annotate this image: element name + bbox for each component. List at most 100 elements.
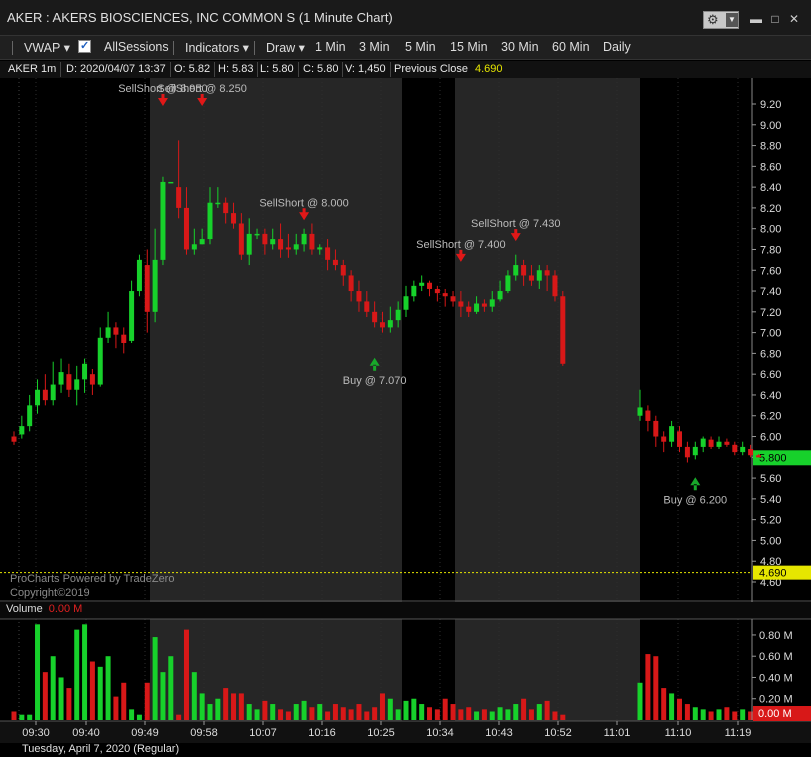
volume-bar <box>395 709 401 720</box>
volume-bar <box>450 704 456 720</box>
volume-bar <box>497 707 503 720</box>
time-tick-label: 11:19 <box>725 727 752 739</box>
interval-1min[interactable]: 1 Min <box>315 40 346 54</box>
price-volume-chart[interactable]: 9.20 9.00 8.80 8.60 8.40 8.20 8.00 7.80 7.60 7.40… <box>0 78 811 757</box>
vwap-dropdown[interactable]: VWAP ▾ <box>24 40 70 55</box>
volume-bar <box>474 711 480 720</box>
volume-bar <box>724 707 730 720</box>
candle-body <box>411 285 417 297</box>
volume-tick-label: 0.20 M <box>759 694 793 706</box>
allsessions-label[interactable]: AllSessions <box>104 40 169 54</box>
candle-body <box>653 420 659 437</box>
candle-body <box>379 322 385 328</box>
volume-bar <box>301 700 307 720</box>
volume-bar <box>521 698 527 720</box>
candle-body <box>301 233 307 245</box>
volume-bar <box>254 709 260 720</box>
candle-body <box>356 291 362 302</box>
volume-tick-label: 0.80 M <box>759 630 793 642</box>
candle-body <box>340 265 346 276</box>
candle-body <box>191 244 197 250</box>
candle-body <box>677 431 682 447</box>
volume-bar <box>50 656 56 720</box>
window-titlebar: AKER : AKERS BIOSCIENCES, INC COMMON S (… <box>0 0 811 36</box>
interval-15min[interactable]: 15 Min <box>450 40 488 54</box>
minimize-button[interactable]: ▬ <box>748 11 764 27</box>
interval-5min[interactable]: 5 Min <box>405 40 436 54</box>
restore-button[interactable]: □ <box>767 11 783 27</box>
date-readout: D: 2020/04/07 13:37 <box>62 62 171 77</box>
gear-icon[interactable]: ⚙ <box>707 13 721 27</box>
volume-bar <box>653 656 659 720</box>
volume-bar <box>183 629 189 720</box>
volume-bar <box>42 672 48 720</box>
volume-bar <box>325 711 331 720</box>
candle-body <box>82 363 88 380</box>
copyright-line: Copyright©2019 <box>10 587 90 599</box>
indicators-dropdown[interactable]: Indicators ▾ <box>185 40 249 55</box>
volume-bar <box>152 637 158 720</box>
volume-bar <box>207 704 213 720</box>
interval-3min[interactable]: 3 Min <box>359 40 390 54</box>
volume-bar <box>669 693 675 720</box>
credit-line: ProCharts Powered by TradeZero <box>10 573 175 585</box>
candle-body <box>42 389 48 401</box>
draw-dropdown[interactable]: Draw ▾ <box>266 40 305 55</box>
candle-body <box>136 259 142 292</box>
candle-body <box>199 239 205 245</box>
price-tick-label: 7.40 <box>760 286 781 298</box>
candle-body <box>403 296 409 310</box>
candle-body <box>262 233 268 245</box>
volume-bar <box>552 711 558 720</box>
candle-body <box>756 455 761 458</box>
price-tick-label: 6.20 <box>760 411 781 423</box>
close-button[interactable]: ✕ <box>786 11 802 27</box>
time-tick-label: 10:07 <box>249 727 277 739</box>
candle-body <box>637 407 643 416</box>
candle-body <box>536 270 542 281</box>
panel-separator <box>0 602 811 619</box>
volume-bar <box>645 654 651 720</box>
candle-body <box>66 374 72 390</box>
allsessions-checkbox[interactable] <box>78 39 91 53</box>
price-tick-label: 6.60 <box>760 369 781 381</box>
volume-bar <box>97 666 103 720</box>
settings-button[interactable]: ⚙ ▼ <box>703 11 739 29</box>
volume-bar <box>732 711 738 720</box>
candle-body <box>427 282 433 289</box>
prev-close-badge-label: 4.690 <box>759 568 787 580</box>
volume-tick-label: 0.60 M <box>759 651 793 663</box>
candle-body <box>223 202 229 214</box>
volume-bar <box>536 704 542 720</box>
volume-bar <box>231 693 237 720</box>
interval-daily[interactable]: Daily <box>603 40 631 54</box>
time-tick-label: 09:58 <box>190 727 218 739</box>
volume-tick-label: 0.40 M <box>759 672 793 684</box>
chevron-down-icon[interactable]: ▼ <box>726 13 738 27</box>
candle-body <box>278 239 284 250</box>
candle-body <box>270 239 276 245</box>
candle-body <box>97 337 103 385</box>
price-tick-label: 7.00 <box>760 328 781 340</box>
toolbar-divider <box>254 41 255 55</box>
volume-bar <box>11 711 17 720</box>
volume-bar <box>677 698 682 720</box>
toolbar-grip <box>12 41 13 55</box>
candle-body <box>732 444 738 453</box>
time-tick-label: 10:16 <box>308 727 336 739</box>
interval-30min[interactable]: 30 Min <box>501 40 539 54</box>
candle-body <box>254 233 260 236</box>
interval-60min[interactable]: 60 Min <box>552 40 590 54</box>
volume-bar <box>740 709 746 720</box>
window-title: AKER : AKERS BIOSCIENCES, INC COMMON S (… <box>7 10 393 25</box>
price-tick-label: 7.20 <box>760 307 781 319</box>
candle-body <box>215 202 221 205</box>
volume-bar <box>74 629 80 720</box>
volume-bar <box>528 709 534 720</box>
candle-body <box>466 306 472 312</box>
volume-label: Volume <box>6 603 43 615</box>
candle-body <box>309 233 315 250</box>
candle-body <box>497 291 503 300</box>
candle-body <box>560 296 566 364</box>
volume-bar <box>434 709 440 720</box>
